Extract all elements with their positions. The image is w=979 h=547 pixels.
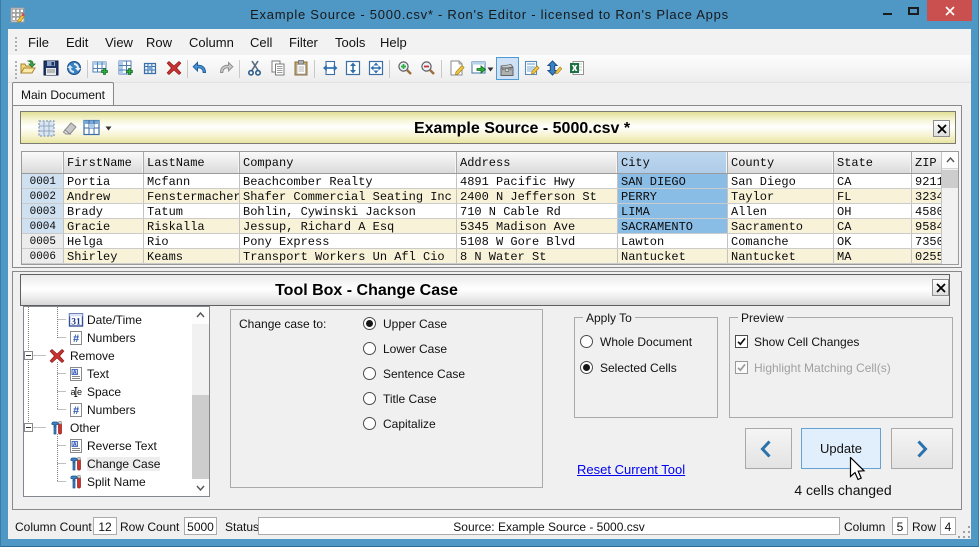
- svg-text:a: a: [71, 387, 76, 397]
- svg-text:A: A: [73, 442, 77, 448]
- svg-text:e: e: [77, 387, 82, 397]
- svg-text:A: A: [73, 370, 77, 376]
- svg-text:31: 31: [71, 318, 81, 328]
- svg-text:#: #: [73, 405, 79, 417]
- svg-text:#: #: [73, 333, 79, 345]
